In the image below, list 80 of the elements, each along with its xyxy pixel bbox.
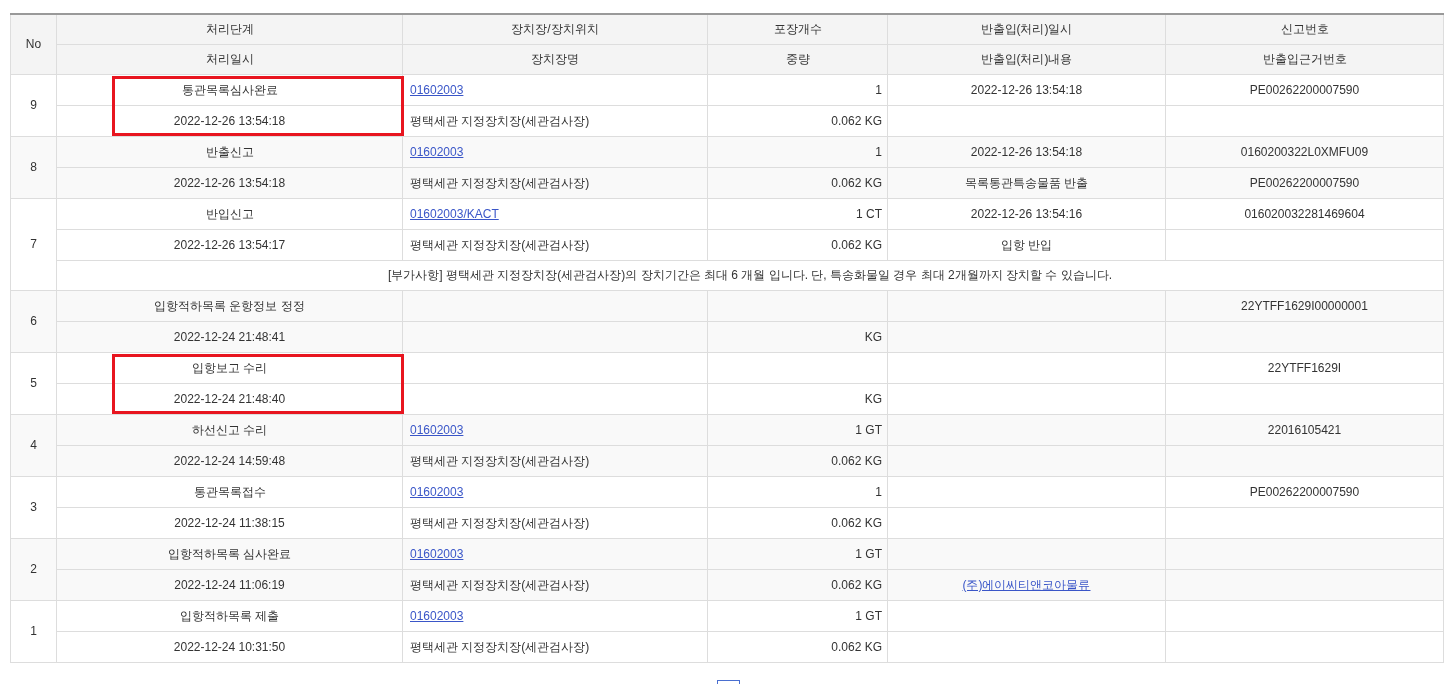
report-number: 0160200322L0XMFU09 — [1165, 136, 1444, 167]
row-number: 3 — [10, 476, 57, 538]
storage-code-link[interactable]: 01602003/KACT — [410, 206, 499, 221]
processed-datetime: 2022-12-24 11:06:19 — [56, 569, 403, 600]
row-number: 9 — [10, 74, 57, 136]
processed-datetime: 2022-12-24 11:38:15 — [56, 507, 403, 538]
weight: 0.062 KG — [707, 445, 888, 476]
column-header: No — [10, 14, 57, 74]
weight: 0.062 KG — [707, 569, 888, 600]
package-count: 1 GT — [707, 414, 888, 445]
processing-step: 입항적하목록 운항정보 정정 — [154, 298, 305, 313]
io-content: 목록통관특송물품 반출 — [964, 175, 1089, 190]
row-number: 8 — [10, 136, 57, 198]
storage-name: 평택세관 지정장치장(세관검사장) — [402, 507, 708, 538]
row-number: 7 — [10, 198, 57, 290]
report-number: PE00262200007590 — [1165, 74, 1444, 105]
package-count: 1 — [707, 476, 888, 507]
report-number: 016020032281469604 — [1165, 198, 1444, 229]
report-number: PE00262200007590 — [1165, 476, 1444, 507]
processing-step: 반입신고 — [205, 206, 254, 221]
column-header: 장치장명 — [402, 44, 708, 74]
package-count: 1 GT — [707, 538, 888, 569]
column-header: 신고번호 — [1165, 14, 1444, 44]
storage-code-link[interactable]: 01602003 — [410, 608, 464, 623]
basis-number: PE00262200007590 — [1165, 167, 1444, 198]
weight: 0.062 KG — [707, 507, 888, 538]
report-number: 22YTFF1629I00000001 — [1165, 290, 1444, 321]
io-datetime: 2022-12-26 13:54:16 — [887, 198, 1166, 229]
weight: 0.062 KG — [707, 229, 888, 260]
storage-name: 평택세관 지정장치장(세관검사장) — [402, 631, 708, 662]
io-datetime: 2022-12-26 13:54:18 — [887, 74, 1166, 105]
package-count: 1 — [707, 136, 888, 167]
processing-step: 입항적하목록 제출 — [179, 608, 280, 623]
report-number: 22016105421 — [1165, 414, 1444, 445]
storage-name: 평택세관 지정장치장(세관검사장) — [402, 167, 708, 198]
row-number: 2 — [10, 538, 57, 600]
storage-code-link[interactable]: 01602003 — [410, 422, 464, 437]
report-number: 22YTFF1629I — [1165, 352, 1444, 383]
processing-step: 통관목록접수 — [193, 484, 266, 499]
column-header: 반출입(처리)내용 — [887, 44, 1166, 74]
package-count: 1 CT — [707, 198, 888, 229]
storage-code-link[interactable]: 01602003 — [410, 82, 464, 97]
column-header: 중량 — [707, 44, 888, 74]
weight: KG — [707, 321, 888, 352]
row-number: 5 — [10, 352, 57, 414]
storage-name: 평택세관 지정장치장(세관검사장) — [402, 445, 708, 476]
package-count: 1 — [707, 74, 888, 105]
row-number: 1 — [10, 600, 57, 662]
storage-code-link[interactable]: 01602003 — [410, 484, 464, 499]
storage-code-link[interactable]: 01602003 — [410, 546, 464, 561]
additional-note: [부가사항] 평택세관 지정장치장(세관검사장)의 장치기간은 최대 6 개월 입니다. 단, 특송화물일 경우 최대 2개월까지 장치할 수 있습니다. — [56, 260, 1444, 290]
io-content: 입항 반입 — [1000, 237, 1053, 252]
row-number: 6 — [10, 290, 57, 352]
io-datetime: 2022-12-26 13:54:18 — [887, 136, 1166, 167]
column-header: 장치장/장치위치 — [402, 14, 708, 44]
storage-name: 평택세관 지정장치장(세관검사장) — [402, 569, 708, 600]
processing-step: 통관목록심사완료 — [181, 82, 278, 97]
processing-step: 입항보고 수리 — [191, 360, 268, 375]
storage-code-link[interactable]: 01602003 — [410, 144, 464, 159]
processed-datetime: 2022-12-24 14:59:48 — [56, 445, 403, 476]
weight: 0.062 KG — [707, 631, 888, 662]
processing-step: 반출신고 — [205, 144, 254, 159]
column-header: 포장개수 — [707, 14, 888, 44]
processing-step: 입항적하목록 심사완료 — [167, 546, 292, 561]
processed-datetime: 2022-12-26 13:54:18 — [56, 167, 403, 198]
column-header: 처리단계 — [56, 14, 403, 44]
processed-datetime: 2022-12-26 13:54:17 — [56, 229, 403, 260]
row-number: 4 — [10, 414, 57, 476]
weight: 0.062 KG — [707, 167, 888, 198]
processed-datetime: 2022-12-24 10:31:50 — [56, 631, 403, 662]
column-header: 반출입(처리)일시 — [887, 14, 1166, 44]
storage-name: 평택세관 지정장치장(세관검사장) — [402, 229, 708, 260]
column-header: 반출입근거번호 — [1165, 44, 1444, 74]
weight: KG — [707, 383, 888, 414]
processed-datetime: 2022-12-24 21:48:41 — [56, 321, 403, 352]
package-count: 1 GT — [707, 600, 888, 631]
weight: 0.062 KG — [707, 105, 888, 136]
column-header: 처리일시 — [56, 44, 403, 74]
storage-name: 평택세관 지정장치장(세관검사장) — [402, 105, 708, 136]
processing-step: 하선신고 수리 — [191, 422, 268, 437]
